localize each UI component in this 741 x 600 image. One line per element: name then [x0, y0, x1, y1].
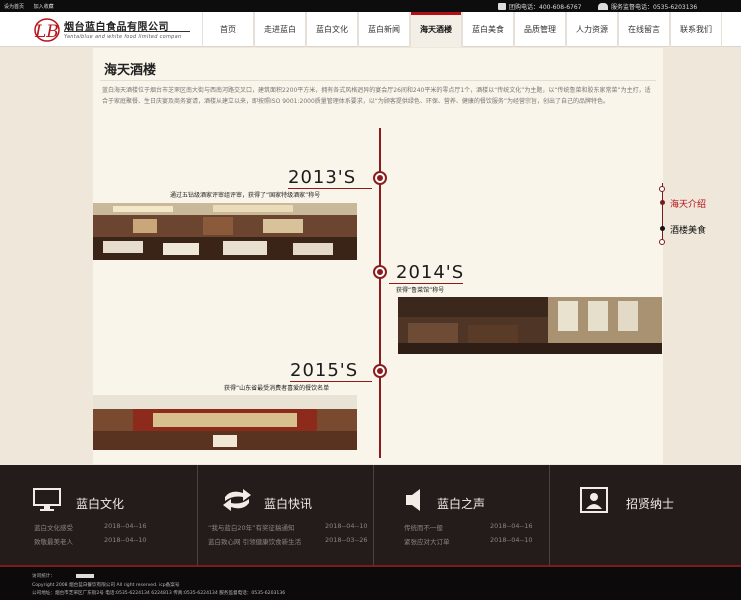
timeline-desc-2013: 通过五钻级酒家评审组评审，获得了“国家特级酒家”称号 [170, 192, 321, 199]
order-phone: 团购电话：400-608-6767 [498, 2, 582, 11]
restaurant-photo-2015[interactable] [93, 395, 357, 450]
footer-culture-item[interactable]: 蓝白文化感受 [34, 522, 73, 532]
footer-culture-title[interactable]: 蓝白文化 [76, 495, 124, 512]
timeline-desc-2014: 获得“鲁菜馆”称号 [396, 287, 445, 294]
side-nav-dot-top [659, 186, 665, 192]
nav-culture[interactable]: 蓝白文化 [306, 12, 358, 47]
exchange-arrows-icon [223, 489, 251, 511]
timeline-year-2014: 2014'S [396, 262, 465, 283]
site-header: LB 烟台蓝白食品有限公司 Yantaiblue and white food … [0, 12, 741, 47]
footer-voice-item[interactable]: 紧张应对大订单 [404, 536, 450, 546]
timeline-year-2013: 2013'S [288, 167, 357, 188]
footer-recruit-title[interactable]: 招贤纳士 [626, 495, 674, 512]
title-divider [100, 80, 656, 81]
top-links: 设为首页 加入收藏 [4, 3, 62, 10]
footer-culture-date: 2018--04--10 [104, 536, 147, 544]
timeline-underline-2015 [290, 381, 372, 382]
footer-voice-date: 2018--04--10 [490, 536, 533, 544]
side-nav-dot-food [660, 226, 665, 231]
nav-contact[interactable]: 联系我们 [670, 12, 722, 47]
timeline-desc-2015: 获得“山东省最受消费者喜爱的餐饮名单 [224, 385, 330, 392]
timeline-dot-2013 [373, 171, 387, 185]
company-name-en: Yantaiblue and white food limited compan [64, 34, 182, 40]
top-bar: 设为首页 加入收藏 团购电话：400-608-6767 服务监督电话：0535-… [0, 0, 741, 12]
footer-news-title[interactable]: 蓝白快讯 [264, 495, 312, 512]
logo-mark: LB [34, 22, 59, 42]
company-logo[interactable]: LB [32, 15, 62, 43]
side-nav-dot-active [660, 200, 665, 205]
restaurant-photo-2013[interactable] [93, 203, 357, 260]
address: 公司地址：烟台市芝罘区广东街2号 电话:0535-6224134 6224813… [32, 591, 286, 596]
visit-stats-label: 访问统计： [32, 574, 55, 579]
side-nav-line [662, 183, 663, 243]
footer-divider [373, 465, 374, 565]
nav-hr[interactable]: 人力资源 [566, 12, 618, 47]
timeline-year-2015: 2015'S [290, 360, 359, 381]
logo-divider [64, 31, 190, 32]
restaurant-photo-2014[interactable] [398, 297, 662, 354]
person-card-icon [580, 487, 608, 513]
footer-news-date: 2018--03--26 [325, 536, 368, 544]
visit-stats: 访问统计： [32, 573, 95, 579]
footer-voice-title[interactable]: 蓝白之声 [437, 495, 485, 512]
footer-voice-item[interactable]: 传统而不一般 [404, 522, 443, 532]
footer-news-item[interactable]: 蓝白致心网 引领健康饮食新生活 [208, 536, 301, 546]
side-nav-food[interactable]: 酒楼美食 [670, 223, 706, 236]
footer-divider [549, 465, 550, 565]
nav-about[interactable]: 走进蓝白 [254, 12, 306, 47]
timeline-dot-2015 [373, 364, 387, 378]
service-phone: 服务监督电话：0535-6203136 [598, 2, 697, 11]
nav-news[interactable]: 蓝白新闻 [358, 12, 410, 47]
timeline-underline-2013 [288, 188, 372, 189]
set-homepage-link[interactable]: 设为首页 [4, 4, 24, 10]
side-nav-dot-bottom [659, 239, 665, 245]
order-phone-text: 团购电话：400-608-6767 [509, 4, 582, 11]
footer-culture-item[interactable]: 致敬最美老人 [34, 536, 73, 546]
side-nav-intro[interactable]: 海天介绍 [670, 197, 706, 210]
footer-news-item[interactable]: “我与蓝白20年”有奖征稿通知 [208, 522, 295, 532]
copyright: Copyright 2008 烟台蓝白餐饮有限公司 All right rese… [32, 583, 180, 588]
footer-voice-date: 2018--04--16 [490, 522, 533, 530]
footer-divider [197, 465, 198, 565]
nav-home[interactable]: 首页 [202, 12, 254, 47]
footer: 蓝白文化 蓝白文化感受 2018--04--16 致敬最美老人 2018--04… [0, 465, 741, 565]
timeline-dot-2014 [373, 265, 387, 279]
nav-restaurant[interactable]: 海天酒楼 [410, 12, 462, 47]
footer-culture-date: 2018--04--16 [104, 522, 147, 530]
timeline-underline-2014 [389, 283, 463, 284]
service-phone-text: 服务监督电话：0535-6203136 [611, 4, 698, 11]
nav-message[interactable]: 在线留言 [618, 12, 670, 47]
bottom-bar: 访问统计： Copyright 2008 烟台蓝白餐饮有限公司 All righ… [0, 565, 741, 600]
stats-badge[interactable] [76, 573, 95, 578]
nav-food[interactable]: 蓝白美食 [462, 12, 514, 47]
speaker-icon [406, 489, 420, 511]
footer-news-date: 2018--04--10 [325, 522, 368, 530]
add-favorite-link[interactable]: 加入收藏 [34, 4, 54, 10]
phone-icon [498, 3, 506, 10]
nav-quality[interactable]: 品质管理 [514, 12, 566, 47]
main-nav: 首页 走进蓝白 蓝白文化 蓝白新闻 海天酒楼 蓝白美食 品质管理 人力资源 在线… [202, 12, 722, 47]
intro-text: 蓝白海天酒楼位于烟台市芝罘区南大街与西南河路交叉口，建筑面积2200平方米，拥有… [102, 87, 651, 105]
page-title: 海天酒楼 [104, 63, 157, 78]
people-icon [598, 3, 608, 10]
monitor-icon [33, 488, 61, 511]
